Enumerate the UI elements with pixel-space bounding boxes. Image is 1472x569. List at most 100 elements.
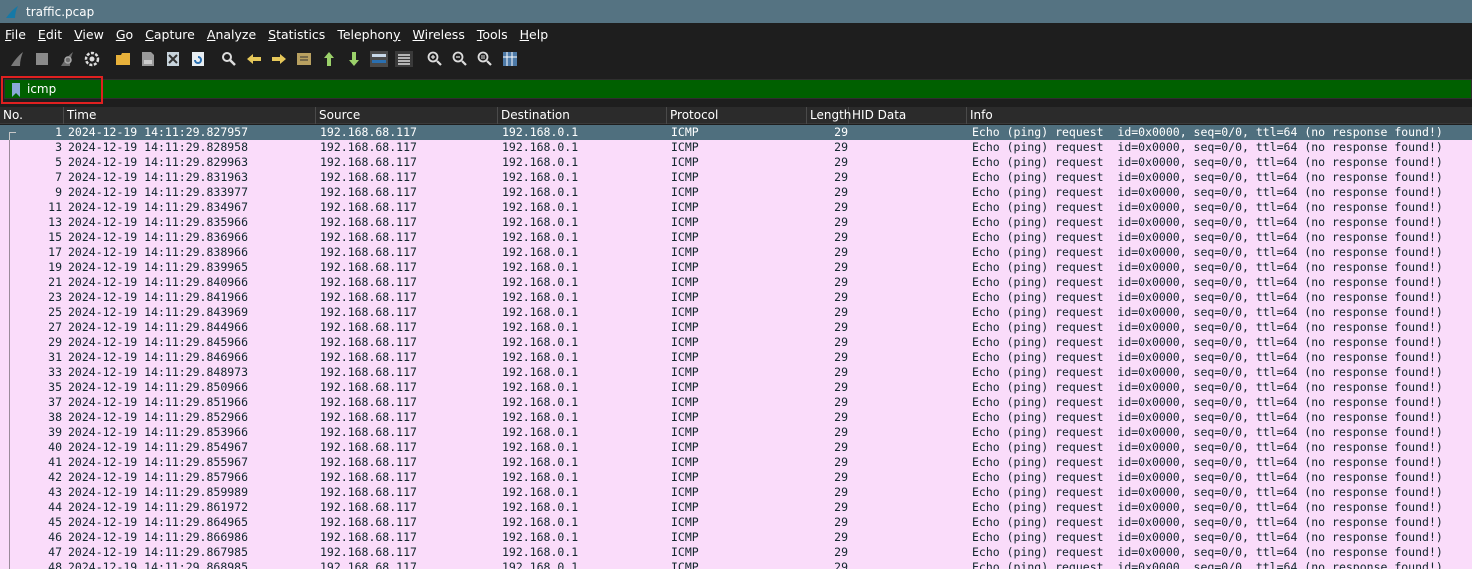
packet-row[interactable]: 5 2024-12-19 14:11:29.829963 192.168.68.11… (0, 155, 1472, 170)
stop-capture-icon[interactable] (33, 50, 51, 68)
packet-row[interactable]: 3 2024-12-19 14:11:29.828958 192.168.68.11… (0, 140, 1472, 155)
packet-row[interactable]: 44 2024-12-19 14:11:29.861972 192.168.68.1… (0, 500, 1472, 515)
go-back-icon[interactable] (245, 50, 263, 68)
column-header-source[interactable]: Source (316, 107, 498, 124)
packet-cell-src: 192.168.68.117 (320, 185, 417, 199)
menu-analyze[interactable]: Analyze (206, 27, 257, 42)
filter-bookmark-icon[interactable] (11, 83, 21, 97)
packet-cell-dst: 192.168.0.1 (502, 290, 579, 304)
packet-cell-dst: 192.168.0.1 (502, 155, 579, 169)
packet-row[interactable]: 48 2024-12-19 14:11:29.868985 192.168.68.1… (0, 560, 1472, 569)
menu-bar: File Edit View Go Capture Analyze Statistics Te… (0, 23, 1472, 45)
packet-row[interactable]: 1 2024-12-19 14:11:29.827957 192.168.68.11… (0, 125, 1472, 140)
packet-row[interactable]: 29 2024-12-19 14:11:29.845966 192.168.68.1… (0, 335, 1472, 350)
display-filter-input[interactable]: icmp (4, 79, 1472, 99)
packet-row[interactable]: 46 2024-12-19 14:11:29.866986 192.168.68.1… (0, 530, 1472, 545)
packet-cell-dst: 192.168.0.1 (502, 440, 579, 454)
packet-cell-src: 192.168.68.117 (320, 140, 417, 154)
packet-cell-time: 2024-12-19 14:11:29.866986 (68, 530, 249, 544)
menu-help[interactable]: Help (519, 27, 550, 42)
packet-cell-no: 45 (48, 515, 62, 529)
packet-row[interactable]: 27 2024-12-19 14:11:29.844966 192.168.68.1… (0, 320, 1472, 335)
packet-cell-no: 40 (48, 440, 62, 454)
packet-cell-info: Echo (ping) request id=0x0000, seq=0/0, … (972, 275, 1443, 289)
column-header-protocol[interactable]: Protocol (667, 107, 807, 124)
find-packet-icon[interactable] (220, 50, 238, 68)
menu-capture[interactable]: Capture (144, 27, 196, 42)
menu-file[interactable]: File (4, 27, 27, 42)
packet-row[interactable]: 9 2024-12-19 14:11:29.833977 192.168.68.11… (0, 185, 1472, 200)
packet-row[interactable]: 19 2024-12-19 14:11:29.839965 192.168.68.1… (0, 260, 1472, 275)
packet-row[interactable]: 31 2024-12-19 14:11:29.846966 192.168.68.1… (0, 350, 1472, 365)
reload-file-icon[interactable] (189, 50, 207, 68)
packet-cell-no: 29 (48, 335, 62, 349)
packet-row[interactable]: 23 2024-12-19 14:11:29.841966 192.168.68.1… (0, 290, 1472, 305)
packet-cell-proto: ICMP (671, 440, 699, 454)
resize-columns-icon[interactable] (501, 50, 519, 68)
packet-row[interactable]: 35 2024-12-19 14:11:29.850966 192.168.68.1… (0, 380, 1472, 395)
packet-row[interactable]: 45 2024-12-19 14:11:29.864965 192.168.68.1… (0, 515, 1472, 530)
menu-statistics[interactable]: Statistics (267, 27, 326, 42)
capture-options-icon[interactable] (83, 50, 101, 68)
packet-row[interactable]: 11 2024-12-19 14:11:29.834967 192.168.68.1… (0, 200, 1472, 215)
packet-row[interactable]: 42 2024-12-19 14:11:29.857966 192.168.68.1… (0, 470, 1472, 485)
menu-telephony[interactable]: Telephony (336, 27, 401, 42)
zoom-out-icon[interactable] (451, 50, 469, 68)
packet-row[interactable]: 21 2024-12-19 14:11:29.840966 192.168.68.1… (0, 275, 1472, 290)
open-file-icon[interactable] (114, 50, 132, 68)
column-header-hid-data[interactable]: HID Data (849, 107, 967, 124)
colorize-icon[interactable] (395, 50, 413, 68)
packet-cell-src: 192.168.68.117 (320, 365, 417, 379)
packet-cell-src: 192.168.68.117 (320, 290, 417, 304)
packet-cell-src: 192.168.68.117 (320, 335, 417, 349)
menu-go[interactable]: Go (115, 27, 134, 42)
window-title: traffic.pcap (26, 4, 95, 19)
column-header-length[interactable]: Length (807, 107, 851, 124)
go-first-icon[interactable] (320, 50, 338, 68)
packet-cell-src: 192.168.68.117 (320, 200, 417, 214)
packet-row[interactable]: 47 2024-12-19 14:11:29.867985 192.168.68.1… (0, 545, 1472, 560)
packet-row[interactable]: 43 2024-12-19 14:11:29.859989 192.168.68.1… (0, 485, 1472, 500)
normal-size-icon[interactable] (476, 50, 494, 68)
restart-capture-icon[interactable] (58, 50, 76, 68)
go-to-packet-icon[interactable] (295, 50, 313, 68)
packet-cell-len: 29 (834, 155, 848, 169)
packet-row[interactable]: 37 2024-12-19 14:11:29.851966 192.168.68.1… (0, 395, 1472, 410)
packet-row[interactable]: 15 2024-12-19 14:11:29.836966 192.168.68.1… (0, 230, 1472, 245)
packet-row[interactable]: 39 2024-12-19 14:11:29.853966 192.168.68.1… (0, 425, 1472, 440)
menu-wireless[interactable]: Wireless (412, 27, 466, 42)
packet-cell-len: 29 (834, 185, 848, 199)
packet-cell-len: 29 (834, 215, 848, 229)
menu-edit[interactable]: Edit (37, 27, 63, 42)
packet-cell-dst: 192.168.0.1 (502, 230, 579, 244)
packet-row[interactable]: 38 2024-12-19 14:11:29.852966 192.168.68.1… (0, 410, 1472, 425)
packet-cell-no: 41 (48, 455, 62, 469)
go-last-icon[interactable] (345, 50, 363, 68)
packet-cell-proto: ICMP (671, 215, 699, 229)
column-header-no[interactable]: No. (0, 107, 64, 124)
start-capture-icon[interactable] (8, 50, 26, 68)
menu-tools[interactable]: Tools (476, 27, 509, 42)
zoom-in-icon[interactable] (426, 50, 444, 68)
menu-view[interactable]: View (73, 27, 105, 42)
packet-cell-no: 47 (48, 545, 62, 559)
packet-row[interactable]: 33 2024-12-19 14:11:29.848973 192.168.68.1… (0, 365, 1472, 380)
close-file-icon[interactable] (164, 50, 182, 68)
packet-row[interactable]: 7 2024-12-19 14:11:29.831963 192.168.68.11… (0, 170, 1472, 185)
packet-cell-info: Echo (ping) request id=0x0000, seq=0/0, … (972, 305, 1443, 319)
packet-row[interactable]: 13 2024-12-19 14:11:29.835966 192.168.68.1… (0, 215, 1472, 230)
autoscroll-icon[interactable] (370, 50, 388, 68)
packet-cell-src: 192.168.68.117 (320, 275, 417, 289)
column-header-destination[interactable]: Destination (498, 107, 667, 124)
packet-cell-no: 33 (48, 365, 62, 379)
packet-row[interactable]: 41 2024-12-19 14:11:29.855967 192.168.68.1… (0, 455, 1472, 470)
packet-cell-len: 29 (834, 230, 848, 244)
packet-row[interactable]: 17 2024-12-19 14:11:29.838966 192.168.68.1… (0, 245, 1472, 260)
save-file-icon[interactable] (139, 50, 157, 68)
go-forward-icon[interactable] (270, 50, 288, 68)
packet-row[interactable]: 40 2024-12-19 14:11:29.854967 192.168.68.1… (0, 440, 1472, 455)
packet-row[interactable]: 25 2024-12-19 14:11:29.843969 192.168.68.1… (0, 305, 1472, 320)
column-header-time[interactable]: Time (64, 107, 316, 124)
column-header-info[interactable]: Info (967, 107, 1472, 124)
packet-cell-src: 192.168.68.117 (320, 500, 417, 514)
